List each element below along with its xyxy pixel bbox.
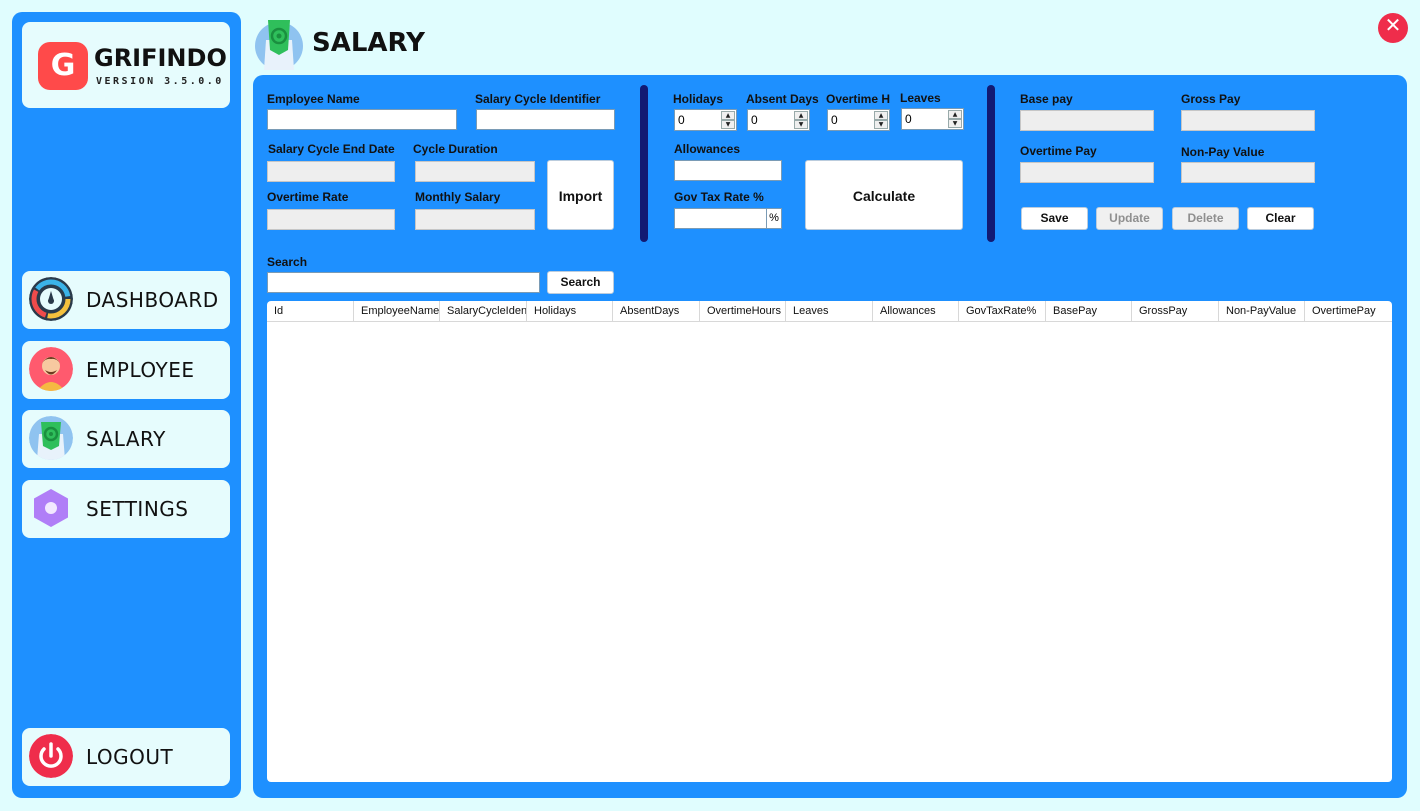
leaves-label: Leaves [900,91,941,105]
delete-button[interactable]: Delete [1172,207,1239,230]
absent-days-spinner[interactable]: ▲▼ [747,109,810,131]
column-header[interactable]: GrossPay [1132,301,1219,321]
sidebar-item-salary[interactable]: SALARY [22,410,230,468]
salary-cycle-identifier-label: Salary Cycle Identifier [475,92,601,106]
column-header[interactable]: GovTaxRate% [959,301,1046,321]
spin-down-icon[interactable]: ▼ [721,120,735,129]
section-divider [640,85,648,242]
clear-button[interactable]: Clear [1247,207,1314,230]
spin-up-icon[interactable]: ▲ [948,110,962,119]
holidays-label: Holidays [673,92,724,106]
power-icon [29,734,73,778]
close-icon: ✕ [1384,13,1402,37]
spin-down-icon[interactable]: ▼ [794,120,808,129]
sidebar: G GRIFINDO VERSION 3.5.0.0 DASHBOARD EMP… [12,12,241,798]
cycle-duration-field [415,161,535,182]
absent-days-label: Absent Days [746,92,819,106]
table-header: Id EmployeeName SalaryCycleIdent Holiday… [267,301,1392,322]
app-version: VERSION 3.5.0.0 [96,76,224,87]
spin-down-icon[interactable]: ▼ [948,119,962,128]
column-header[interactable]: Allowances [873,301,959,321]
column-header[interactable]: SalaryCycleIdent [440,301,527,321]
column-header[interactable]: OvertimePay [1305,301,1392,321]
money-icon [29,416,73,460]
calculate-button[interactable]: Calculate [805,160,963,230]
spin-up-icon[interactable]: ▲ [721,111,735,120]
overtime-pay-label: Overtime Pay [1020,144,1097,158]
overtime-hours-spinner[interactable]: ▲▼ [827,109,890,131]
sidebar-item-employee[interactable]: EMPLOYEE [22,341,230,399]
hexagon-settings-icon [34,489,68,527]
spin-up-icon[interactable]: ▲ [794,111,808,120]
base-pay-label: Base pay [1020,92,1073,106]
monthly-salary-field [415,209,535,230]
logo-icon: G [38,42,88,90]
column-header[interactable]: AbsentDays [613,301,700,321]
salary-cycle-identifier-input[interactable] [476,109,615,130]
allowances-label: Allowances [674,142,741,156]
search-input[interactable] [267,272,540,293]
sidebar-item-dashboard[interactable]: DASHBOARD [22,271,230,329]
column-header[interactable]: Id [267,301,354,321]
section-divider [987,85,995,242]
gross-pay-field [1181,110,1315,131]
non-pay-value-field [1181,162,1315,183]
search-button[interactable]: Search [547,271,614,294]
sidebar-item-settings[interactable]: SETTINGS [22,480,230,538]
sidebar-item-label: DASHBOARD [86,288,219,312]
non-pay-value-label: Non-Pay Value [1181,145,1265,159]
gauge-icon [29,277,73,321]
percent-suffix: % [766,208,782,229]
gov-tax-rate-input[interactable] [674,208,768,229]
allowances-input[interactable] [674,160,782,181]
money-icon [255,20,303,70]
gross-pay-label: Gross Pay [1181,92,1241,106]
logout-button[interactable]: LOGOUT [22,728,230,786]
app-logo: G GRIFINDO VERSION 3.5.0.0 [22,22,230,108]
column-header[interactable]: Leaves [786,301,873,321]
employee-name-label: Employee Name [267,92,360,106]
overtime-rate-label: Overtime Rate [267,190,349,204]
person-avatar-icon [29,347,73,391]
column-header[interactable]: OvertimeHours [700,301,786,321]
base-pay-field [1020,110,1154,131]
column-header[interactable]: EmployeeName [354,301,440,321]
save-button[interactable]: Save [1021,207,1088,230]
holidays-spinner[interactable]: ▲▼ [674,109,737,131]
close-button[interactable]: ✕ [1378,13,1408,43]
page-title: SALARY [312,28,425,58]
overtime-hours-label: Overtime H [826,92,891,106]
update-button[interactable]: Update [1096,207,1163,230]
search-label: Search [267,255,308,269]
leaves-spinner[interactable]: ▲▼ [901,108,964,130]
cycle-duration-label: Cycle Duration [413,142,498,156]
column-header[interactable]: Non-PayValue [1219,301,1305,321]
spin-up-icon[interactable]: ▲ [874,111,888,120]
salary-table[interactable]: Id EmployeeName SalaryCycleIdent Holiday… [267,301,1392,782]
app-name: GRIFINDO [94,44,227,72]
spin-down-icon[interactable]: ▼ [874,120,888,129]
salary-cycle-end-date-label: Salary Cycle End Date [268,142,395,156]
sidebar-item-label: EMPLOYEE [86,358,195,382]
employee-name-input[interactable] [267,109,457,130]
gov-tax-rate-label: Gov Tax Rate % [674,190,764,204]
logout-label: LOGOUT [86,745,174,769]
salary-cycle-end-date-field [267,161,395,182]
overtime-rate-field [267,209,395,230]
import-button[interactable]: Import [547,160,614,230]
sidebar-item-label: SALARY [86,427,166,451]
column-header[interactable]: BasePay [1046,301,1132,321]
sidebar-item-label: SETTINGS [86,497,189,521]
column-header[interactable]: Holidays [527,301,613,321]
monthly-salary-label: Monthly Salary [415,190,501,204]
overtime-pay-field [1020,162,1154,183]
